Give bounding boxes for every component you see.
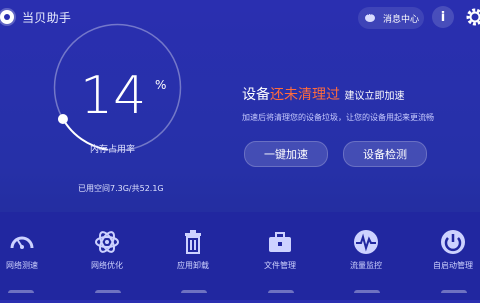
- settings-gear-icon[interactable]: [464, 6, 480, 28]
- info-button[interactable]: i: [432, 6, 454, 28]
- tool-label: 网络测速: [6, 261, 38, 270]
- device-check-button[interactable]: 设备检测: [343, 141, 427, 167]
- tool-row2-item[interactable]: [8, 290, 34, 303]
- tool-label: 自启动管理: [433, 261, 473, 270]
- one-click-boost-button[interactable]: 一键加速: [244, 141, 328, 167]
- percent-sign: %: [155, 78, 167, 92]
- tool-app-uninstall[interactable]: 应用卸载: [163, 228, 223, 271]
- tool-panel: [0, 212, 480, 300]
- tool-network-speed[interactable]: 网络测速: [0, 228, 52, 271]
- info-icon: i: [440, 9, 446, 25]
- message-center-label: 消息中心: [383, 14, 420, 25]
- tool-row2-item[interactable]: [441, 290, 467, 303]
- toolbox-icon: [269, 232, 291, 252]
- tool-traffic-monitor[interactable]: 流量监控: [336, 228, 396, 271]
- cleanup-headline: 设备还未清理过 建议立即加速: [242, 84, 404, 104]
- headline-highlight: 还未清理过: [270, 87, 340, 103]
- tool-file-manager[interactable]: 文件管理: [250, 228, 310, 271]
- tool-label: 网络优化: [91, 261, 123, 270]
- cleanup-subtitle: 加速后将清理您的设备垃圾，让您的设备用起来更流畅: [242, 113, 434, 122]
- tool-row2-item[interactable]: [354, 290, 380, 303]
- message-center-button[interactable]: 消息中心: [358, 7, 424, 29]
- gauge-knob: [57, 114, 68, 124]
- speedometer-icon: [10, 236, 34, 249]
- headline-suffix: 建议立即加速: [344, 91, 405, 102]
- tool-label: 流量监控: [350, 261, 382, 270]
- tool-label: 文件管理: [264, 261, 296, 270]
- tool-row2-item[interactable]: [95, 290, 121, 303]
- power-icon: [441, 230, 465, 254]
- pulse-icon: [354, 230, 378, 254]
- headline-prefix: 设备: [242, 87, 270, 103]
- trash-icon: [185, 230, 201, 254]
- app-logo-icon: [0, 10, 14, 24]
- tool-network-optimize[interactable]: 网络优化: [77, 228, 137, 271]
- memory-label: 内存占用率: [90, 145, 136, 155]
- tool-autostart-manager[interactable]: 自启动管理: [423, 228, 480, 271]
- tool-row2-item[interactable]: [181, 290, 207, 303]
- memory-percent: 14: [80, 66, 147, 126]
- tool-label: 应用卸载: [177, 261, 209, 270]
- atom-icon: [95, 231, 119, 253]
- storage-usage-text: 已用空间7.3G/共52.1G: [78, 184, 164, 193]
- chat-bubble-icon: [365, 9, 375, 22]
- tool-row2-item[interactable]: [268, 290, 294, 303]
